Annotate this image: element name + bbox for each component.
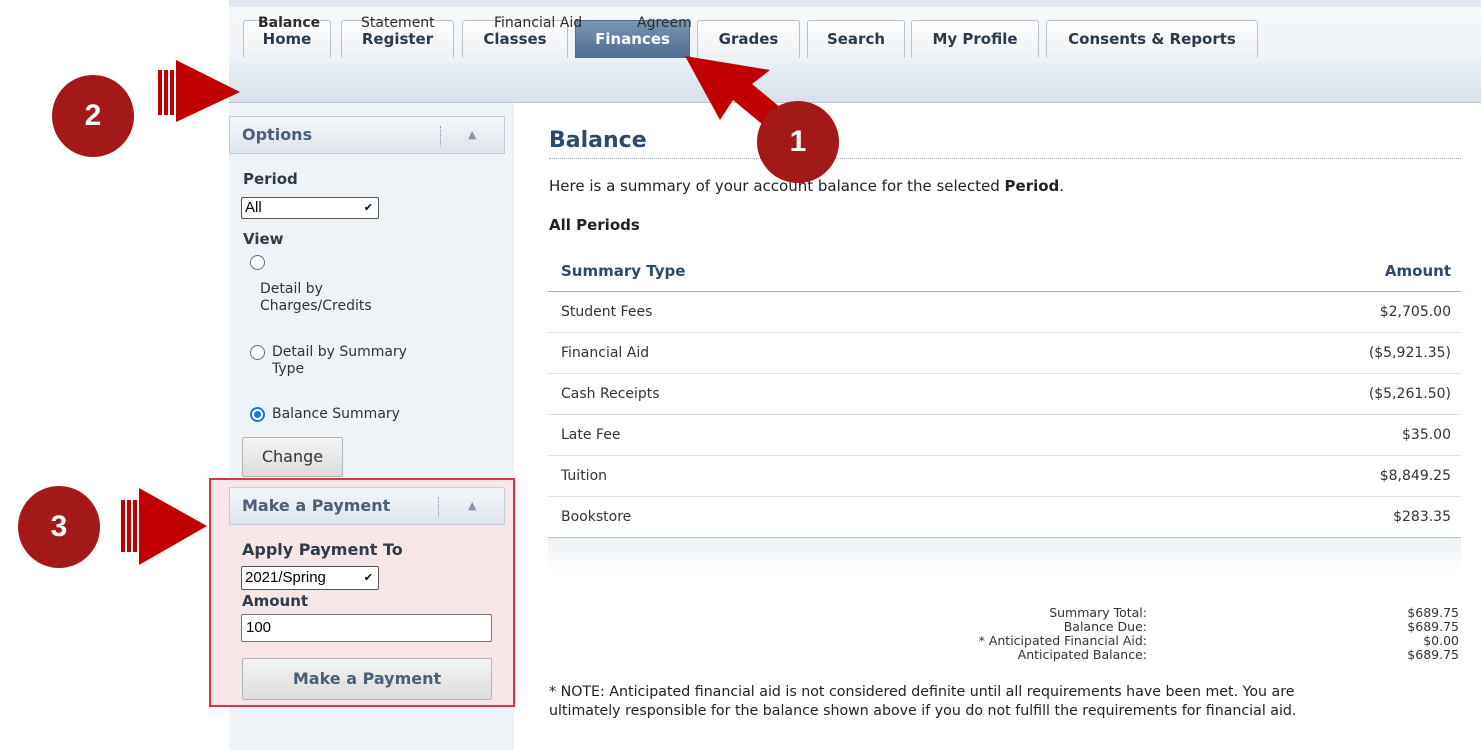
annotation-badge-3: 3	[18, 486, 100, 568]
arrow-2-icon	[158, 60, 240, 122]
annotation-badge-2: 2	[52, 75, 134, 157]
annotation-badge-1: 1	[757, 101, 839, 183]
arrow-3-icon	[121, 488, 207, 565]
annotation-arrows	[121, 56, 793, 565]
